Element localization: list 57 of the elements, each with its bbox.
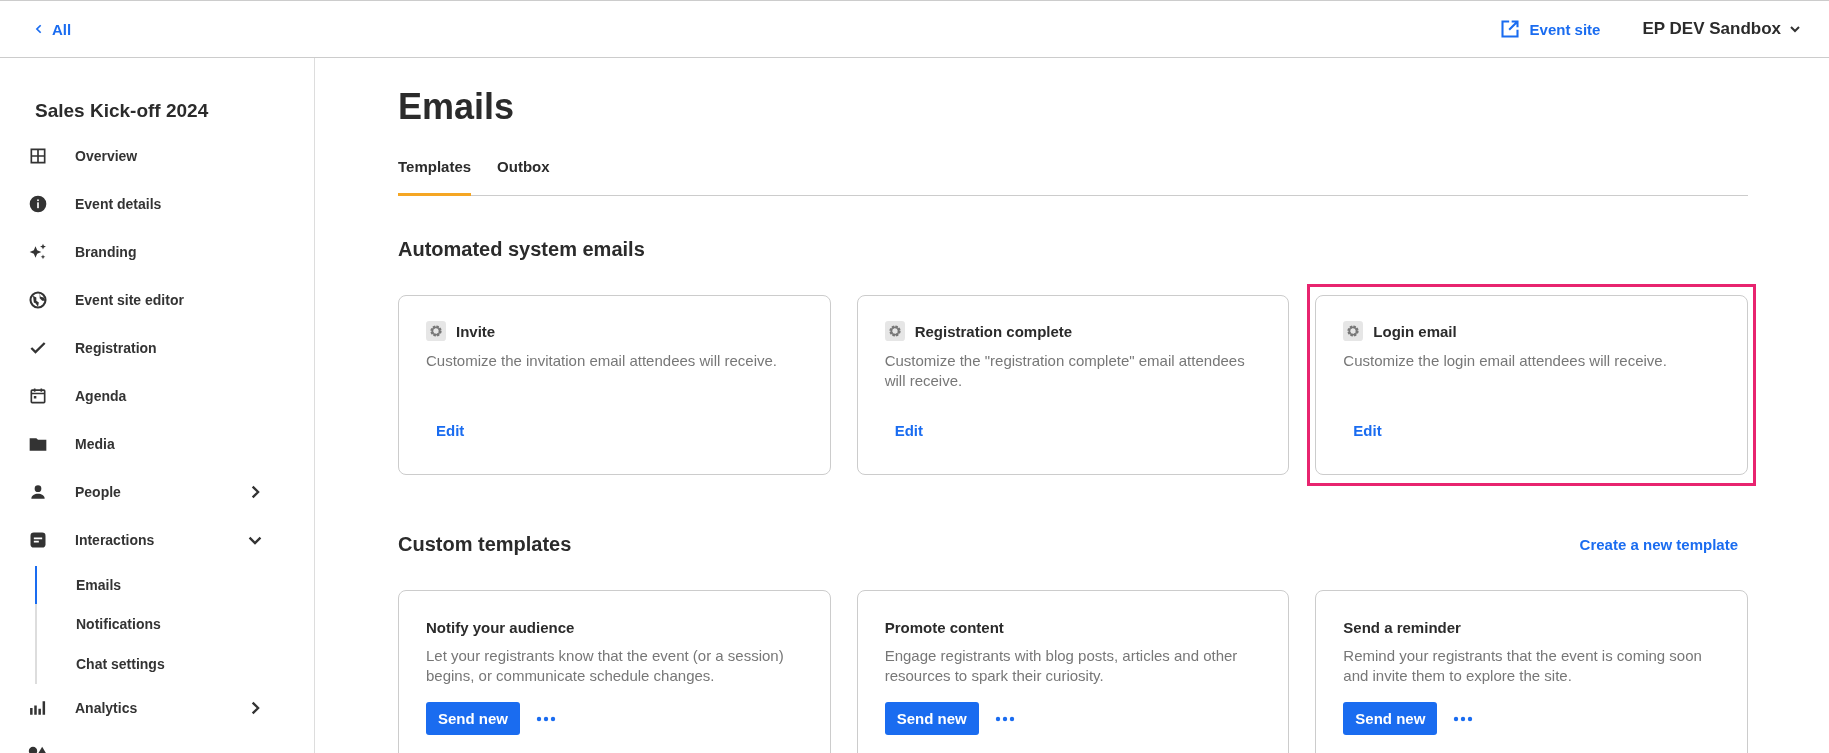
edit-link[interactable]: Edit: [884, 422, 1262, 439]
section-heading: Custom templates: [398, 533, 572, 556]
sidebar-item[interactable]: Media: [0, 420, 314, 468]
message-icon: [28, 530, 48, 550]
tab[interactable]: Templates: [398, 158, 472, 196]
section-heading: Automated system emails: [398, 238, 645, 261]
sidebar-item[interactable]: Registration: [0, 324, 314, 372]
card-title: Registration complete: [914, 322, 1073, 340]
gear-icon: [1343, 321, 1364, 341]
card-description: Customize the "registration complete" email attendees will receive.: [884, 351, 1246, 391]
chevron-down-icon: [1789, 23, 1801, 35]
card-title: Notify your audience: [426, 619, 576, 636]
info-icon: [28, 194, 48, 214]
sidebar-subitem[interactable]: Emails: [35, 566, 314, 604]
sidebar-item[interactable]: People: [0, 468, 314, 516]
card-description: Customize the invitation email attendees will receive.: [426, 351, 778, 371]
more-icon[interactable]: [536, 715, 556, 722]
card-title: Invite: [456, 322, 496, 340]
sidebar-item[interactable]: Event site editor: [0, 276, 314, 324]
sidebar-item[interactable]: Analytics: [0, 684, 314, 732]
send-new-button[interactable]: Send new: [884, 702, 979, 735]
card-title: Promote content: [884, 619, 1005, 636]
bar-chart-icon: [28, 698, 48, 718]
calendar-icon: [28, 386, 48, 406]
sidebar-item[interactable]: Agenda: [0, 372, 314, 420]
account-menu[interactable]: EP DEV Sandbox: [1642, 19, 1801, 39]
back-link[interactable]: All: [34, 20, 72, 38]
more-icon[interactable]: [994, 715, 1015, 722]
page-title: Emails: [398, 86, 516, 128]
external-link-icon: [1499, 19, 1520, 39]
event-title: Sales Kick-off 2024: [35, 100, 210, 122]
gear-icon: [426, 321, 446, 341]
event-site-link[interactable]: Event site: [1499, 19, 1601, 39]
send-new-button[interactable]: Send new: [1343, 702, 1438, 735]
sidebar-item[interactable]: Event details: [0, 180, 314, 228]
grid-icon: [28, 146, 48, 166]
sidebar-subitem[interactable]: Chat settings: [35, 644, 314, 684]
sidebar-item[interactable]: Overview: [0, 132, 314, 180]
person-icon: [28, 482, 48, 502]
send-new-button[interactable]: Send new: [426, 702, 520, 735]
sidebar-item[interactable]: Interactions: [0, 516, 314, 564]
edit-link[interactable]: Edit: [426, 422, 803, 439]
more-icon[interactable]: [1453, 715, 1474, 722]
gear-icon: [884, 321, 905, 341]
tab[interactable]: Outbox: [497, 158, 550, 196]
create-template-link[interactable]: Create a new template: [1579, 536, 1738, 553]
globe-icon: [28, 290, 48, 310]
sidebar-subitem[interactable]: Notifications: [35, 604, 314, 644]
card-description: Engage registrants with blog posts, articles and other resources to spark their curiosity.: [884, 646, 1239, 686]
card-description: Remind your registrants that the event is coming soon and invite them to explore the site.: [1343, 646, 1703, 686]
sidebar-item[interactable]: Branding: [0, 228, 314, 276]
chevron-left-icon: [34, 24, 44, 34]
card-description: Customize the login email attendees will receive.: [1343, 351, 1668, 371]
card-description: Let your registrants know that the event (or a session) begins, or communicate schedule changes.: [426, 646, 785, 686]
edit-link[interactable]: Edit: [1343, 422, 1720, 439]
card-title: Login email: [1373, 322, 1457, 340]
card-title: Send a reminder: [1343, 619, 1462, 636]
